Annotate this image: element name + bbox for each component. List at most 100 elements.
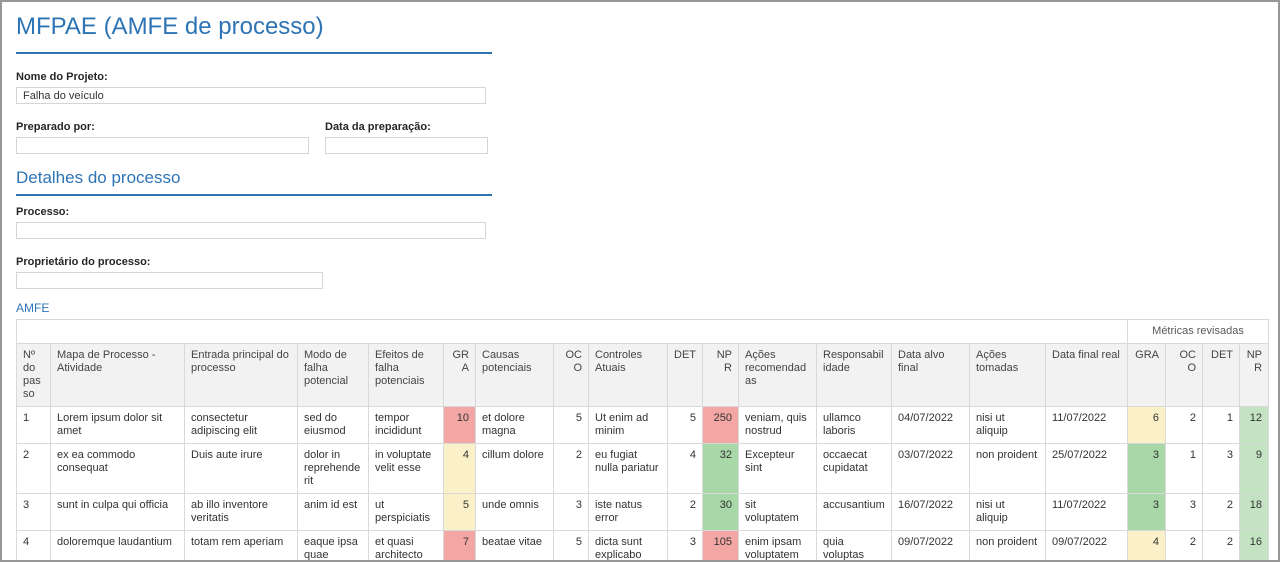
project-name-input[interactable] (16, 87, 486, 104)
column-header: Data final real (1046, 344, 1128, 407)
cell: 3 (1128, 444, 1166, 494)
group-row-spacer (17, 320, 1128, 344)
amfe-table: Métricas revisadasNº do passoMapa de Pro… (16, 319, 1269, 562)
cell: Lorem ipsum dolor sit amet (51, 407, 185, 444)
cell: 5 (668, 407, 703, 444)
metrics-group-header: Métricas revisadas (1128, 320, 1269, 344)
cell: et quasi architecto (369, 531, 444, 562)
cell: 2 (1203, 494, 1240, 531)
cell: 11/07/2022 (1046, 494, 1128, 531)
cell: 2 (1166, 407, 1203, 444)
prepared-by-input[interactable] (16, 137, 309, 154)
cell: 3 (1128, 494, 1166, 531)
cell: Ut enim ad minim (589, 407, 668, 444)
cell: ut perspiciatis (369, 494, 444, 531)
prep-date-input[interactable] (325, 137, 488, 154)
cell: 2 (17, 444, 51, 494)
cell: 4 (17, 531, 51, 562)
cell: 7 (444, 531, 476, 562)
table-row: 3sunt in culpa qui officiaab illo invent… (17, 494, 1269, 531)
app-window: MFPAE (AMFE de processo) Nome do Projeto… (0, 0, 1280, 562)
cell: 25/07/2022 (1046, 444, 1128, 494)
column-header: GRA (444, 344, 476, 407)
project-name-label: Nome do Projeto: (16, 71, 1264, 84)
cell: 5 (554, 407, 589, 444)
cell: 32 (703, 444, 739, 494)
column-header: Responsabilidade (817, 344, 892, 407)
amfe-section-label: AMFE (16, 301, 1264, 315)
cell: sed do eiusmod (298, 407, 369, 444)
prepared-by-label: Preparado por: (16, 121, 309, 134)
cell: veniam, quis nostrud (739, 407, 817, 444)
cell: quia voluptas (817, 531, 892, 562)
column-header: Causas potenciais (476, 344, 554, 407)
cell: 2 (1203, 531, 1240, 562)
cell: 4 (444, 444, 476, 494)
cell: non proident (970, 531, 1046, 562)
cell: in voluptate velit esse (369, 444, 444, 494)
cell: 3 (1203, 444, 1240, 494)
cell: beatae vitae (476, 531, 554, 562)
column-header: Data alvo final (892, 344, 970, 407)
cell: non proident (970, 444, 1046, 494)
cell: 3 (17, 494, 51, 531)
column-header: Entrada principal do processo (185, 344, 298, 407)
cell: eu fugiat nulla pariatur (589, 444, 668, 494)
cell: 2 (1166, 531, 1203, 562)
cell: ullamco laboris (817, 407, 892, 444)
column-header: DET (1203, 344, 1240, 407)
cell: 5 (554, 531, 589, 562)
cell: Excepteur sint (739, 444, 817, 494)
process-owner-input[interactable] (16, 272, 323, 289)
cell: dicta sunt explicabo (589, 531, 668, 562)
cell: 16/07/2022 (892, 494, 970, 531)
table-row: 1Lorem ipsum dolor sit ametconsectetur a… (17, 407, 1269, 444)
amfe-table-head: Métricas revisadasNº do passoMapa de Pro… (17, 320, 1269, 407)
cell: accusantium (817, 494, 892, 531)
cell: enim ipsam voluptatem (739, 531, 817, 562)
process-label: Processo: (16, 206, 1264, 219)
title-divider (16, 52, 492, 54)
cell: cillum dolore (476, 444, 554, 494)
amfe-table-body: 1Lorem ipsum dolor sit ametconsectetur a… (17, 407, 1269, 562)
table-row: 2ex ea commodo consequatDuis aute irured… (17, 444, 1269, 494)
cell: doloremque laudantium (51, 531, 185, 562)
cell: ex ea commodo consequat (51, 444, 185, 494)
cell: 30 (703, 494, 739, 531)
cell: 09/07/2022 (1046, 531, 1128, 562)
cell: 18 (1240, 494, 1269, 531)
cell: dolor in reprehenderit (298, 444, 369, 494)
process-input[interactable] (16, 222, 486, 239)
cell: 1 (17, 407, 51, 444)
cell: 250 (703, 407, 739, 444)
cell: 3 (554, 494, 589, 531)
table-row: 4doloremque laudantiumtotam rem aperiame… (17, 531, 1269, 562)
cell: 1 (1166, 444, 1203, 494)
column-header: NPR (1240, 344, 1269, 407)
process-owner-label: Proprietário do processo: (16, 256, 1264, 269)
cell: ab illo inventore veritatis (185, 494, 298, 531)
cell: occaecat cupidatat (817, 444, 892, 494)
cell: 03/07/2022 (892, 444, 970, 494)
cell: 11/07/2022 (1046, 407, 1128, 444)
cell: 12 (1240, 407, 1269, 444)
cell: nisi ut aliquip (970, 494, 1046, 531)
column-header: OCO (554, 344, 589, 407)
column-header: Mapa de Processo - Atividade (51, 344, 185, 407)
cell: sunt in culpa qui officia (51, 494, 185, 531)
column-header: Modo de falha potencial (298, 344, 369, 407)
cell: 105 (703, 531, 739, 562)
column-header: OCO (1166, 344, 1203, 407)
cell: 4 (668, 444, 703, 494)
cell: sit voluptatem (739, 494, 817, 531)
cell: eaque ipsa quae (298, 531, 369, 562)
cell: 16 (1240, 531, 1269, 562)
column-header: Ações tomadas (970, 344, 1046, 407)
cell: 04/07/2022 (892, 407, 970, 444)
cell: totam rem aperiam (185, 531, 298, 562)
cell: 5 (444, 494, 476, 531)
metrics-group-row: Métricas revisadas (17, 320, 1269, 344)
column-header: Ações recomendadas (739, 344, 817, 407)
column-header: Efeitos de falha potenciais (369, 344, 444, 407)
cell: 3 (668, 531, 703, 562)
